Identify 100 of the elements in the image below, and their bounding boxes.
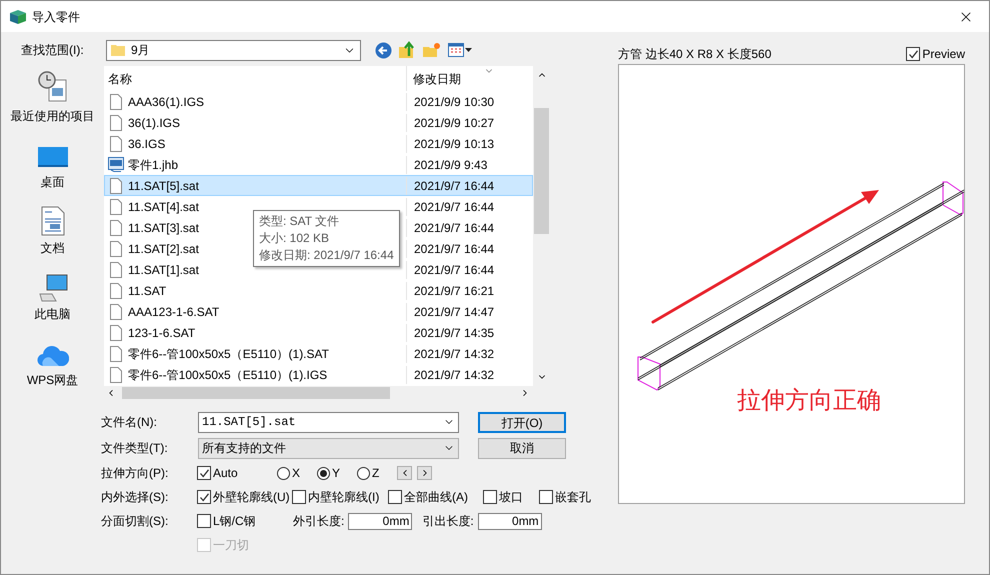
preview-title: 方管 边长40 X R8 X 长度560 <box>618 46 772 63</box>
file-date: 2021/9/9 10:13 <box>406 134 494 152</box>
column-header[interactable]: 名称 <box>104 66 406 91</box>
file-name: 36(1).IGS <box>128 114 180 132</box>
view-menu-button[interactable] <box>448 43 472 57</box>
next-button[interactable] <box>417 466 432 480</box>
file-name: 11.SAT[4].sat <box>128 198 199 216</box>
file-date: 2021/9/7 16:44 <box>406 218 494 236</box>
checkbox-label: 嵌套孔 <box>555 489 591 506</box>
file-name: 11.SAT[5].sat <box>128 178 199 194</box>
checkbox[interactable] <box>539 490 553 504</box>
place-item[interactable]: 桌面 <box>2 136 102 191</box>
radio-button[interactable] <box>277 466 290 480</box>
file-icon <box>110 198 122 214</box>
checkbox-label: 全部曲线(A) <box>404 489 468 506</box>
look-in-dropdown[interactable]: 9月 <box>106 40 361 60</box>
up-folder-icon[interactable] <box>399 41 416 59</box>
checkbox-label: 外壁轮廓线(U) <box>213 489 290 506</box>
radio-button[interactable] <box>357 466 370 480</box>
document-icon <box>40 206 64 236</box>
checkbox-label: Preview <box>922 46 965 63</box>
tooltip-line: 类型: SAT 文件 <box>259 213 340 230</box>
length-label: 引出长度: <box>422 513 474 530</box>
checkbox-label: L钢/C钢 <box>213 513 256 530</box>
length-field[interactable]: 0mm <box>348 512 412 530</box>
file-name: AAA36(1).IGS <box>128 94 204 110</box>
file-date: 2021/9/7 14:32 <box>406 344 494 362</box>
file-type-dropdown[interactable]: 所有支持的文件 <box>198 438 459 458</box>
file-date: 2021/9/7 16:21 <box>406 282 494 300</box>
place-item[interactable]: 最近使用的项目 <box>2 70 102 125</box>
file-date: 2021/9/9 10:27 <box>406 114 494 132</box>
radio-button[interactable] <box>317 466 330 480</box>
tooltip-line: 大小: 102 KB <box>259 230 330 247</box>
file-date: 2021/9/7 16:44 <box>406 198 494 216</box>
file-type-label: 文件类型(T): <box>101 440 169 457</box>
file-name: 11.SAT <box>128 282 166 300</box>
file-date: 2021/9/7 16:44 <box>406 260 494 278</box>
file-name: 零件6--管100x50x5（E5110）(1).IGS <box>128 366 328 384</box>
file-date: 2021/9/7 16:44 <box>406 240 494 258</box>
file-icon <box>110 282 122 298</box>
file-icon <box>110 220 122 236</box>
open-button[interactable]: 打开(O) <box>478 412 566 432</box>
jhb-file-icon <box>108 157 124 172</box>
previous-button[interactable] <box>397 466 412 480</box>
checkbox[interactable] <box>388 490 402 504</box>
file-name: 123-1-6.SAT <box>128 324 196 342</box>
direction-label: 拉伸方向(P): <box>101 465 170 482</box>
radio-label: Z <box>372 465 380 482</box>
checkbox-label: 一刀切 <box>213 537 249 554</box>
file-icon <box>110 178 122 194</box>
file-name-field[interactable]: 11.SAT[5].sat <box>198 412 459 432</box>
cancel-button[interactable]: 取消 <box>478 438 566 458</box>
file-icon <box>110 136 122 152</box>
radio-label: X <box>292 465 300 482</box>
cloud-icon <box>36 344 68 368</box>
checkbox-label: Auto <box>213 465 238 482</box>
tooltip-line: 修改日期: 2021/9/7 16:44 <box>259 247 394 264</box>
direction-caption: 拉伸方向正确 <box>737 386 881 416</box>
split-label: 分面切割(S): <box>101 513 170 530</box>
file-name: 11.SAT[2].sat <box>128 240 199 258</box>
selected-file-row[interactable]: 11.SAT[5].sat 2021/9/7 16:44 <box>104 175 533 196</box>
place-item[interactable]: WPS网盘 <box>2 334 102 389</box>
desktop-icon <box>36 146 68 170</box>
checkbox[interactable] <box>483 490 497 504</box>
file-icon <box>110 366 122 382</box>
computer-icon <box>38 274 68 302</box>
folder-icon <box>111 43 125 57</box>
file-name: 零件1.jhb <box>128 156 178 174</box>
file-name: 零件6--管100x50x5（E5110）(1).SAT <box>128 346 329 362</box>
file-date: 2021/9/7 14:35 <box>406 324 494 342</box>
checkbox[interactable] <box>906 47 920 61</box>
checkbox-label: 坡口 <box>499 489 523 506</box>
length-field[interactable]: 0mm <box>478 512 542 530</box>
file-date: 2021/9/7 16:44 <box>406 176 494 194</box>
file-name-label: 文件名(N): <box>101 414 158 431</box>
file-icon <box>110 240 122 256</box>
place-item[interactable]: 此电脑 <box>2 268 102 323</box>
file-name: 36.IGS <box>128 136 166 152</box>
caret-icon <box>465 48 472 52</box>
checkbox[interactable] <box>197 490 211 504</box>
file-icon <box>110 324 122 340</box>
file-icon <box>110 346 122 362</box>
checkbox-label: 内壁轮廓线(I) <box>308 489 380 506</box>
checkbox[interactable] <box>197 466 211 480</box>
window-title: 导入零件 <box>32 8 80 26</box>
clock-documents-icon <box>36 70 68 104</box>
file-date: 2021/9/9 10:30 <box>406 92 494 110</box>
place-item[interactable]: 文档 <box>2 202 102 257</box>
file-icon <box>110 94 122 110</box>
view-grid-icon <box>448 43 464 57</box>
checkbox[interactable] <box>197 514 211 528</box>
app-icon <box>10 10 26 24</box>
file-name: 11.SAT[3].sat <box>128 220 199 236</box>
file-date: 2021/9/7 14:47 <box>406 302 494 320</box>
length-label: 外引长度: <box>293 513 344 530</box>
checkbox[interactable] <box>292 490 306 504</box>
file-icon <box>110 114 122 130</box>
radio-label: Y <box>332 465 340 482</box>
file-date: 2021/9/9 9:43 <box>406 156 488 174</box>
file-icon <box>110 262 122 278</box>
